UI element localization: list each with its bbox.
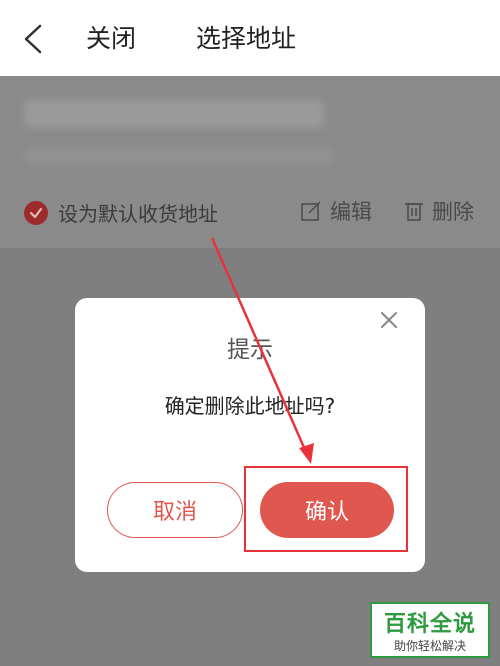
address-card: 设为默认收货地址 编辑 删除: [0, 76, 500, 248]
chevron-left-icon[interactable]: [20, 24, 46, 54]
default-address-label: 设为默认收货地址: [58, 202, 218, 226]
annotation-highlight-box: [244, 466, 408, 552]
edit-button[interactable]: 编辑: [300, 196, 372, 226]
edit-label: 编辑: [330, 200, 372, 224]
default-address-toggle[interactable]: 设为默认收货地址: [24, 198, 218, 227]
top-navigation-bar: 关闭 选择地址: [0, 0, 500, 76]
cancel-button[interactable]: 取消: [107, 482, 243, 538]
address-detail-blurred: [24, 148, 334, 164]
dialog-title: 提示: [227, 337, 273, 363]
edit-icon: [301, 201, 321, 221]
delete-label: 删除: [432, 200, 474, 224]
address-name-blurred: [24, 100, 324, 128]
trash-icon: [405, 203, 423, 221]
watermark-title: 百科全说: [383, 612, 476, 637]
watermark-subtitle: 助你轻松解决: [393, 639, 466, 653]
page-title: 选择地址: [196, 24, 297, 53]
watermark-logo: 百科全说 助你轻松解决: [370, 602, 490, 658]
dialog-message: 确定删除此地址吗?: [164, 394, 336, 418]
close-button[interactable]: 关闭: [86, 22, 136, 56]
close-icon[interactable]: [377, 308, 401, 332]
check-circle-icon: [24, 200, 48, 225]
delete-button[interactable]: 删除: [404, 196, 474, 226]
